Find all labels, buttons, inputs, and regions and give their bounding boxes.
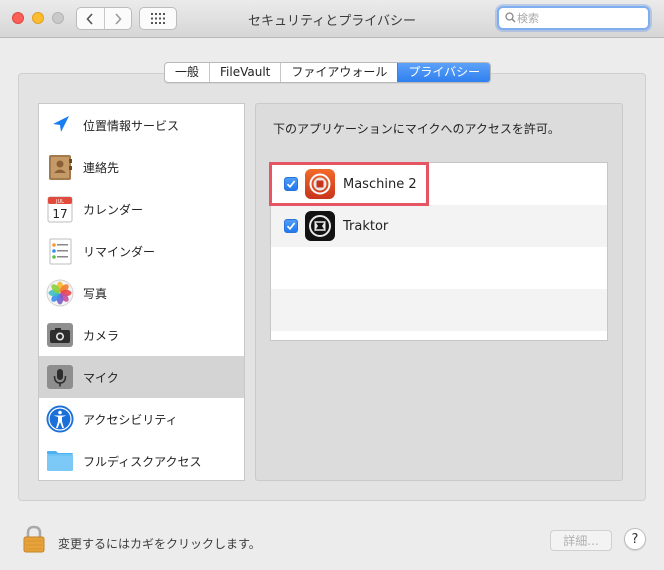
app-access-list: Maschine 2 Traktor (270, 162, 608, 341)
app-row-traktor: Traktor (271, 205, 607, 247)
calendar-icon: JUL 17 (47, 196, 73, 223)
details-button[interactable]: 詳細... (550, 530, 612, 551)
app-row-maschine: Maschine 2 (271, 163, 607, 205)
lock-icon[interactable] (22, 524, 46, 554)
tab-general[interactable]: 一般 (165, 63, 209, 82)
contacts-book-icon (49, 155, 72, 180)
lock-instruction-text: 変更するにはカギをクリックします。 (58, 537, 261, 551)
sidebar-item-label: フルディスクアクセス (83, 454, 202, 469)
checkmark-icon (286, 180, 296, 189)
sidebar-item-full-disk-access[interactable]: フルディスクアクセス (39, 440, 244, 480)
location-arrow-icon (53, 116, 69, 132)
app-name: Traktor (343, 218, 389, 234)
sidebar-item-camera[interactable]: カメラ (39, 314, 244, 356)
maschine-app-icon (305, 169, 335, 199)
sidebar-item-reminders[interactable]: リマインダー (39, 230, 244, 272)
sidebar-item-microphone[interactable]: マイク (39, 356, 244, 398)
search-input[interactable] (517, 9, 642, 27)
empty-row (271, 247, 607, 289)
reminders-icon (49, 238, 72, 265)
sidebar-item-label: 位置情報サービス (83, 118, 180, 133)
title-bar: セキュリティとプライバシー (0, 0, 664, 38)
maschine-access-checkbox[interactable] (284, 177, 298, 191)
help-button[interactable]: ? (624, 528, 646, 550)
tab-privacy[interactable]: プライバシー (397, 63, 491, 82)
privacy-category-list: 位置情報サービス 連絡先 JUL 17 カレンダー リマインダー 写真 カメラ … (38, 103, 245, 481)
sidebar-item-photos[interactable]: 写真 (39, 272, 244, 314)
sidebar-item-calendar[interactable]: JUL 17 カレンダー (39, 188, 244, 230)
folder-icon (47, 451, 73, 471)
sidebar-item-label: リマインダー (83, 244, 156, 259)
sidebar-item-label: カレンダー (83, 202, 144, 217)
traktor-app-icon (305, 211, 335, 241)
tab-firewall[interactable]: ファイアウォール (280, 63, 397, 82)
sidebar-item-label: カメラ (83, 328, 120, 343)
sidebar-item-accessibility[interactable]: アクセシビリティ (39, 398, 244, 440)
app-name: Maschine 2 (343, 176, 417, 192)
calendar-day-label: 17 (52, 207, 67, 221)
search-field[interactable] (497, 6, 650, 30)
sidebar-item-label: 写真 (83, 286, 108, 301)
photos-icon (46, 279, 74, 307)
traktor-access-checkbox[interactable] (284, 219, 298, 233)
microphone-access-description: 下のアプリケーションにマイクへのアクセスを許可。 (273, 122, 560, 136)
accessibility-icon (46, 405, 74, 433)
sidebar-item-label: マイク (83, 370, 119, 385)
tab-bar: 一般 FileVault ファイアウォール プライバシー (164, 62, 492, 83)
sidebar-item-label: 連絡先 (83, 160, 120, 175)
search-icon (505, 12, 516, 23)
tab-filevault[interactable]: FileVault (209, 63, 280, 82)
calendar-month-label: JUL (55, 199, 64, 205)
camera-icon (47, 323, 73, 347)
empty-row (271, 289, 607, 331)
sidebar-item-location-services[interactable]: 位置情報サービス (39, 104, 244, 146)
microphone-icon (47, 365, 73, 389)
checkmark-icon (286, 222, 296, 231)
sidebar-item-contacts[interactable]: 連絡先 (39, 146, 244, 188)
sidebar-item-label: アクセシビリティ (83, 412, 178, 427)
